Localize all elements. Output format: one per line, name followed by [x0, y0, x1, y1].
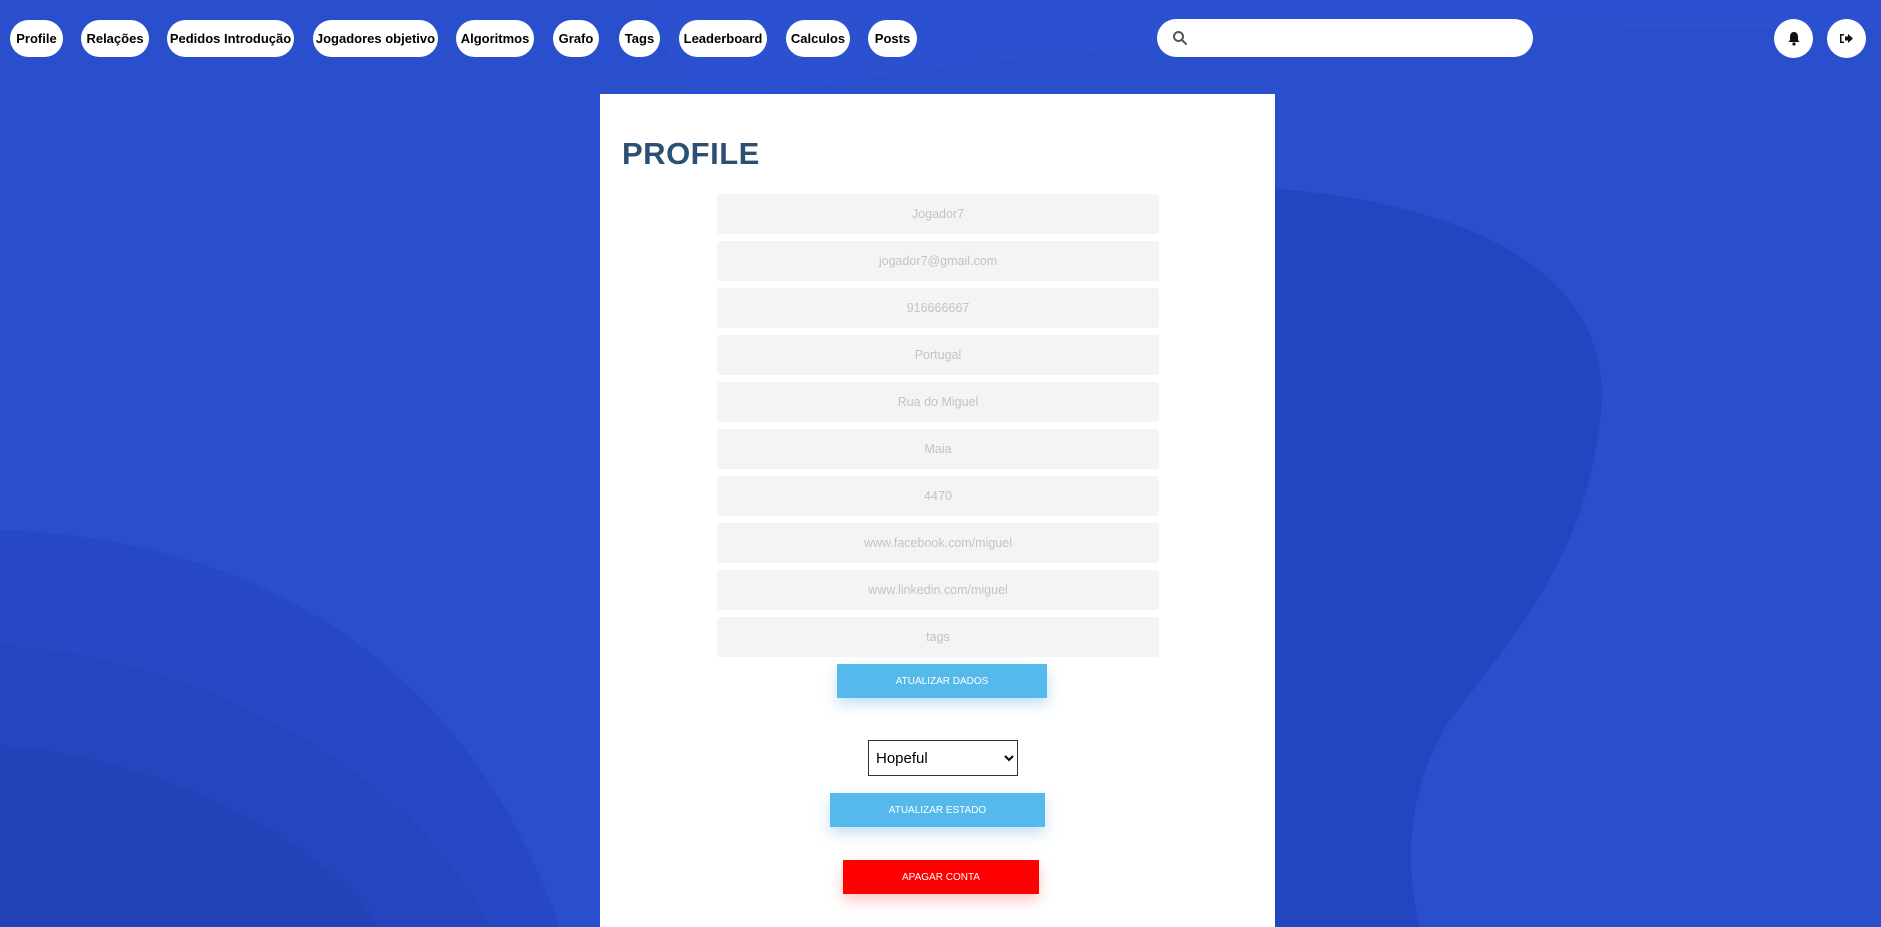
- search-input[interactable]: [1188, 19, 1533, 57]
- nav-item-calculos[interactable]: Calculos: [786, 20, 850, 57]
- city-field[interactable]: [717, 429, 1159, 469]
- search-bar: [1157, 19, 1533, 57]
- nav-item-jogadores-objetivo[interactable]: Jogadores objetivo: [313, 20, 438, 57]
- update-data-button[interactable]: ATUALIZAR DADOS: [837, 664, 1047, 698]
- state-select[interactable]: Hopeful: [868, 740, 1018, 776]
- logout-button[interactable]: [1827, 19, 1866, 58]
- email-field[interactable]: [717, 241, 1159, 281]
- tags-field[interactable]: [717, 617, 1159, 657]
- notifications-button[interactable]: [1774, 19, 1813, 58]
- postal-code-field[interactable]: [717, 476, 1159, 516]
- page-title: PROFILE: [622, 136, 760, 171]
- name-field[interactable]: [717, 194, 1159, 234]
- nav-item-profile[interactable]: Profile: [10, 20, 63, 57]
- facebook-field[interactable]: [717, 523, 1159, 563]
- nav-item-posts[interactable]: Posts: [868, 20, 917, 57]
- search-icon: [1173, 31, 1187, 45]
- delete-account-button[interactable]: APAGAR CONTA: [843, 860, 1039, 894]
- top-navigation: Profile Relações Pedidos Introdução Joga…: [0, 0, 1881, 74]
- sign-out-icon: [1840, 34, 1853, 43]
- nav-item-relacoes[interactable]: Relações: [81, 20, 149, 57]
- nav-item-grafo[interactable]: Grafo: [553, 20, 599, 57]
- country-field[interactable]: [717, 335, 1159, 375]
- bell-icon: [1788, 32, 1799, 46]
- nav-item-pedidos-introducao[interactable]: Pedidos Introdução: [167, 20, 294, 57]
- update-state-button[interactable]: ATUALIZAR ESTADO: [830, 793, 1045, 827]
- nav-item-algoritmos[interactable]: Algoritmos: [456, 20, 534, 57]
- profile-card: PROFILE ATUALIZAR DADOS Hopeful ATUALIZA…: [600, 94, 1275, 927]
- street-field[interactable]: [717, 382, 1159, 422]
- phone-field[interactable]: [717, 288, 1159, 328]
- linkedin-field[interactable]: [717, 570, 1159, 610]
- nav-item-leaderboard[interactable]: Leaderboard: [679, 20, 767, 57]
- nav-item-tags[interactable]: Tags: [619, 20, 660, 57]
